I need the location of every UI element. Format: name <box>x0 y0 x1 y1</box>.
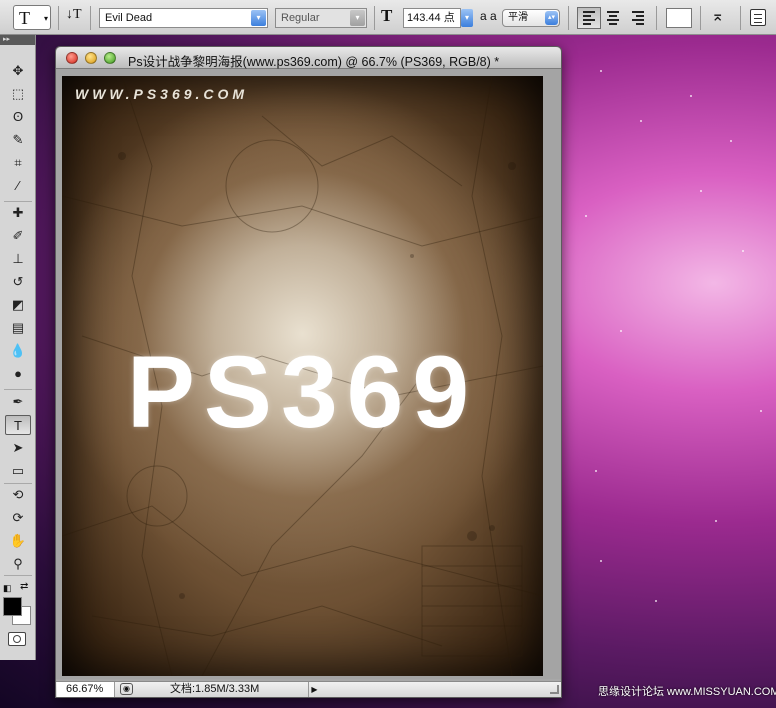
font-family-select[interactable]: Evil Dead ▾ <box>99 8 268 28</box>
zoom-level-input[interactable]: 66.67% <box>57 682 115 697</box>
align-center-button[interactable] <box>602 7 626 29</box>
divider <box>4 483 32 484</box>
eraser-tool-icon[interactable]: ◩ <box>5 295 31 315</box>
font-size-input[interactable]: 143.44 点 <box>403 8 461 28</box>
chevron-down-icon: ▾ <box>251 10 266 26</box>
tools-panel-grip[interactable]: ▸▸ <box>0 35 35 45</box>
divider <box>374 6 375 30</box>
clone-stamp-tool-icon[interactable]: ⊥ <box>5 249 31 269</box>
path-selection-tool-icon[interactable]: ➤ <box>5 438 31 458</box>
zoom-tool-icon[interactable]: ⚲ <box>5 554 31 574</box>
divider <box>740 6 741 30</box>
status-bar: 66.67% ◉ 文档:1.85M/3.33M ▶ <box>56 681 561 697</box>
antialias-value: 平滑 <box>508 12 528 23</box>
status-icon[interactable]: ◉ <box>120 683 133 695</box>
watermark-url-text: WWW.PS369.COM <box>75 86 249 102</box>
divider <box>90 6 91 30</box>
text-color-swatch[interactable] <box>666 8 692 28</box>
stepper-icon: ▴▾ <box>545 11 558 25</box>
shape-tool-icon[interactable]: ▭ <box>5 461 31 481</box>
document-title: Ps设计战争黎明海报(www.ps369.com) @ 66.7% (PS369… <box>128 55 500 69</box>
crop-tool-icon[interactable]: ⌗ <box>5 153 31 173</box>
antialias-select[interactable]: 平滑 ▴▾ <box>502 9 560 27</box>
3d-rotate-tool-icon[interactable]: ⟲ <box>5 485 31 505</box>
eyedropper-tool-icon[interactable]: ⁄ <box>5 176 31 196</box>
align-right-button[interactable] <box>627 7 651 29</box>
divider <box>4 389 32 390</box>
tools-panel: ▸▸ ✥ ⬚ ʘ ✎ ⌗ ⁄ ✚ ✐ ⊥ ↺ ◩ ▤ 💧 ● ✒ T ➤ ▭ ⟲ ⟳ ✋ ⚲ ◧ ⇄ <box>0 35 36 660</box>
divider <box>4 201 32 202</box>
font-style-select[interactable]: Regular ▾ <box>275 8 367 28</box>
font-family-value: Evil Dead <box>105 12 153 24</box>
canvas[interactable]: WWW.PS369.COM PS369 <box>62 76 543 676</box>
chevron-down-icon: ▾ <box>43 14 48 23</box>
default-colors-icon[interactable]: ◧ <box>3 583 12 594</box>
healing-brush-tool-icon[interactable]: ✚ <box>5 203 31 223</box>
text-orientation-icon[interactable]: ↓T <box>66 7 82 23</box>
brush-tool-icon[interactable]: ✐ <box>5 226 31 246</box>
dodge-tool-icon[interactable]: ● <box>5 364 31 384</box>
divider <box>4 575 32 576</box>
font-style-value: Regular <box>281 12 320 24</box>
character-panel-icon[interactable] <box>750 9 766 26</box>
divider <box>700 6 701 30</box>
corner-watermark: 思缘设计论坛 www.MISSYUAN.COM <box>598 686 776 698</box>
minimize-window-button[interactable] <box>85 52 97 64</box>
warp-text-icon[interactable]: ⌅ <box>711 6 724 26</box>
pen-tool-icon[interactable]: ✒ <box>5 392 31 412</box>
quick-mask-button[interactable] <box>8 632 26 646</box>
status-menu-arrow-icon[interactable]: ▶ <box>308 682 320 697</box>
divider <box>568 6 569 30</box>
divider <box>656 6 657 30</box>
poster-title-text: PS369 <box>126 335 479 449</box>
tool-preset-picker[interactable]: T ▾ <box>13 5 51 30</box>
antialias-icon: a a <box>480 9 497 23</box>
document-size-info: 文档:1.85M/3.33M <box>170 683 260 695</box>
chevron-down-icon: ▾ <box>350 10 365 26</box>
marquee-tool-icon[interactable]: ⬚ <box>5 84 31 104</box>
gradient-tool-icon[interactable]: ▤ <box>5 318 31 338</box>
chevron-down-icon[interactable]: ▾ <box>461 9 473 27</box>
lasso-tool-icon[interactable]: ʘ <box>5 107 31 127</box>
hand-tool-icon[interactable]: ✋ <box>5 531 31 551</box>
swap-colors-icon[interactable]: ⇄ <box>20 581 28 592</box>
font-size-icon: T <box>381 6 393 25</box>
divider <box>58 6 59 30</box>
move-tool-icon[interactable]: ✥ <box>5 61 31 81</box>
document-window: Ps设计战争黎明海报(www.ps369.com) @ 66.7% (PS369… <box>55 46 562 698</box>
blur-tool-icon[interactable]: 💧 <box>5 341 31 361</box>
foreground-color-swatch[interactable] <box>3 597 22 616</box>
document-titlebar[interactable]: Ps设计战争黎明海报(www.ps369.com) @ 66.7% (PS369… <box>56 47 561 69</box>
close-window-button[interactable] <box>66 52 78 64</box>
quick-selection-tool-icon[interactable]: ✎ <box>5 130 31 150</box>
3d-orbit-tool-icon[interactable]: ⟳ <box>5 508 31 528</box>
zoom-window-button[interactable] <box>104 52 116 64</box>
history-brush-tool-icon[interactable]: ↺ <box>5 272 31 292</box>
options-bar: T ▾ ↓T Evil Dead ▾ Regular ▾ T 143.44 点 … <box>0 0 776 35</box>
type-tool-icon[interactable]: T <box>5 415 31 435</box>
pasteboard: WWW.PS369.COM PS369 <box>56 69 561 679</box>
type-tool-icon: T <box>19 8 30 28</box>
resize-grip-icon[interactable] <box>550 685 559 694</box>
align-left-button[interactable] <box>577 7 601 29</box>
